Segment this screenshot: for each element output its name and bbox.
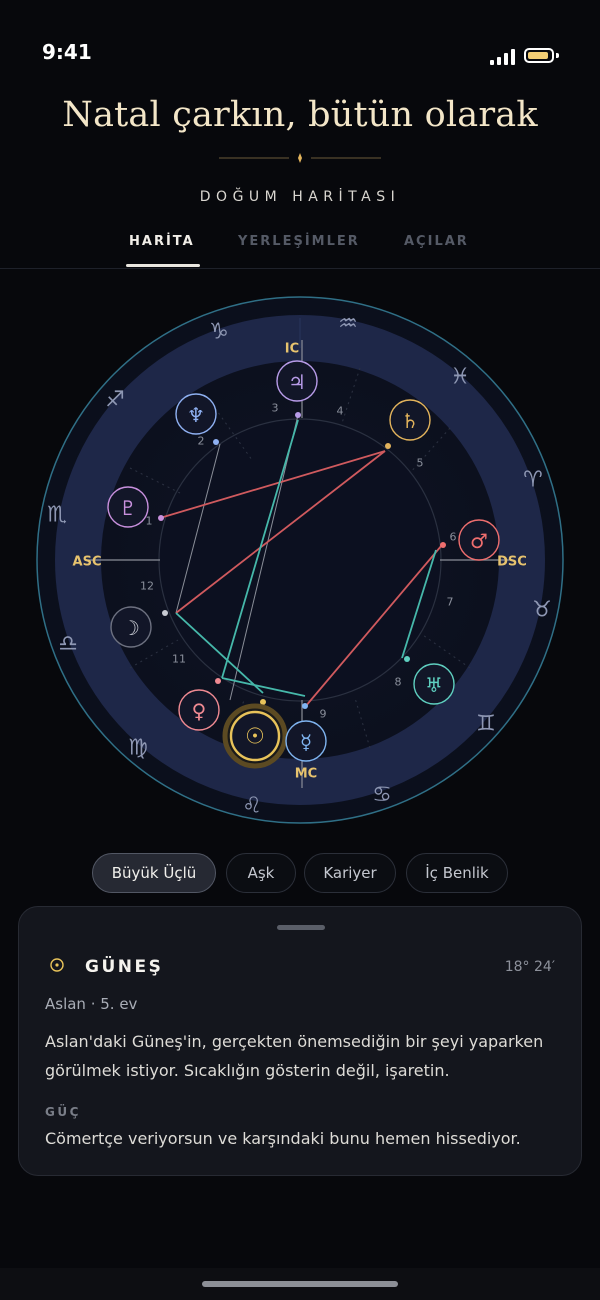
house-number: 1 — [146, 515, 153, 528]
mercury-planet-button[interactable]: ☿ — [285, 720, 327, 762]
ornament-divider — [219, 153, 381, 163]
chip-kariyer[interactable]: Kariyer — [304, 853, 396, 893]
leo-icon: ♌ — [242, 794, 262, 819]
tab-yerlesimler[interactable]: YERLEŞİMLER — [238, 234, 360, 249]
house-number: 8 — [395, 676, 402, 689]
chip-ask[interactable]: Aşk — [226, 853, 296, 893]
pluto-icon: ♇ — [119, 496, 137, 520]
cancer-icon: ♋ — [372, 783, 392, 808]
aries-icon: ♈ — [523, 468, 543, 493]
asc-label: ASC — [73, 555, 102, 570]
jupiter-planet-button[interactable]: ♃ — [276, 360, 318, 402]
chip-ic-benlik[interactable]: İç Benlik — [406, 853, 508, 893]
mars-planet-button[interactable]: ♂ — [458, 519, 500, 561]
mars-icon: ♂ — [470, 529, 488, 553]
sagittarius-icon: ♐ — [105, 388, 125, 413]
house-number: 7 — [447, 596, 454, 609]
planet-detail-sheet: GÜNEŞ 18° 24′ Aslan · 5. ev Aslan'daki G… — [18, 906, 582, 1176]
house-number: 2 — [198, 435, 205, 448]
sun-planet-button[interactable]: ☉ — [222, 703, 288, 769]
ic-label: IC — [285, 342, 299, 357]
taurus-icon: ♉ — [532, 598, 552, 623]
uranus-planet-button[interactable]: ♅ — [413, 663, 455, 705]
capricorn-icon: ♑ — [209, 320, 229, 345]
active-tab-indicator — [126, 264, 200, 267]
moon-icon: ☽ — [122, 616, 140, 640]
status-bar: 9:41 — [0, 0, 600, 65]
detail-degree: 18° 24′ — [504, 959, 555, 975]
neptune-planet-button[interactable]: ♆ — [175, 393, 217, 435]
jupiter-icon: ♃ — [288, 370, 306, 394]
sun-icon — [50, 958, 64, 972]
filter-chips: Büyük Üçlü Aşk Kariyer İç Benlik — [0, 853, 600, 893]
house-number: 12 — [140, 580, 154, 593]
pisces-icon: ♓ — [450, 365, 470, 390]
dsc-label: DSC — [497, 555, 527, 570]
page-subtitle: DOĞUM HARİTASI — [199, 189, 401, 205]
signal-icon — [490, 49, 515, 65]
libra-icon: ♎ — [58, 632, 78, 657]
natal-chart-wheel[interactable]: ♑ ♒ ♓ ♈ ♉ ♊ ♋ ♌ ♍ ♎ ♏ ♐ IC MC ASC DSC 1 … — [30, 288, 570, 833]
venus-icon: ♀ — [192, 699, 207, 723]
detail-planet-name: GÜNEŞ — [85, 957, 164, 977]
mc-label: MC — [295, 767, 317, 782]
venus-planet-button[interactable]: ♀ — [178, 689, 220, 731]
gemini-icon: ♊ — [476, 712, 496, 737]
house-number: 3 — [272, 402, 279, 415]
house-number: 9 — [320, 708, 327, 721]
sheet-drag-handle[interactable] — [277, 925, 325, 930]
sun-icon: ☉ — [245, 725, 265, 750]
detail-power-label: GÜÇ — [45, 1105, 81, 1119]
chip-buyuk-uclu[interactable]: Büyük Üçlü — [92, 853, 216, 893]
moon-planet-button[interactable]: ☽ — [110, 606, 152, 648]
detail-description: Aslan'daki Güneş'in, gerçekten önemsediğ… — [45, 1032, 544, 1080]
uranus-icon: ♅ — [425, 673, 443, 697]
battery-icon — [524, 48, 559, 63]
tab-acilar[interactable]: AÇILAR — [404, 234, 469, 249]
inner-ring — [158, 418, 442, 702]
saturn-icon: ♄ — [401, 409, 419, 433]
detail-placement: Aslan · 5. ev — [45, 995, 138, 1013]
page-title: Natal çarkın, bütün olarak — [62, 95, 538, 135]
tab-harita[interactable]: HARİTA — [129, 234, 195, 249]
pluto-planet-button[interactable]: ♇ — [107, 486, 149, 528]
home-indicator[interactable] — [202, 1281, 398, 1287]
scorpio-icon: ♏ — [47, 503, 67, 528]
virgo-icon: ♍ — [128, 736, 148, 761]
detail-power-text: Cömertçe veriyorsun ve karşındaki bunu h… — [45, 1129, 521, 1148]
house-number: 4 — [337, 405, 344, 418]
aquarius-icon: ♒ — [338, 312, 358, 337]
house-number: 11 — [172, 653, 186, 666]
house-number: 5 — [417, 457, 424, 470]
saturn-planet-button[interactable]: ♄ — [389, 399, 431, 441]
tab-bar: HARİTA YERLEŞİMLER AÇILAR — [0, 228, 600, 269]
house-number: 6 — [450, 531, 457, 544]
neptune-icon: ♆ — [187, 403, 205, 427]
status-time: 9:41 — [42, 40, 92, 64]
mercury-icon: ☿ — [300, 730, 312, 754]
